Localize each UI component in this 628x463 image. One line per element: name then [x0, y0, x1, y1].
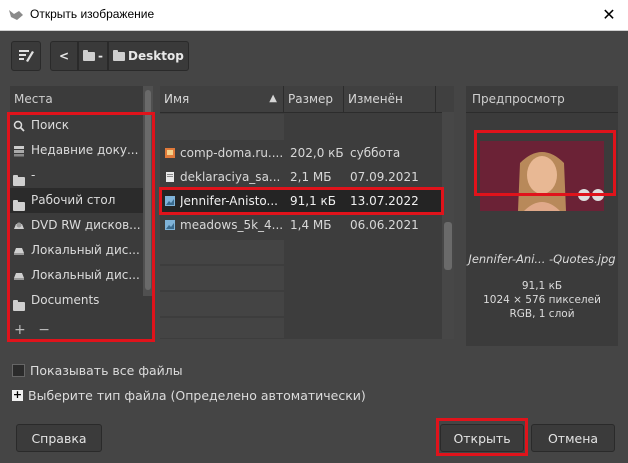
- file-type-expander-row[interactable]: + Выберите тип файла (Определено автомат…: [12, 388, 366, 403]
- place-label: Недавние доку...: [31, 143, 139, 157]
- file-modified: суббота: [350, 146, 401, 160]
- path-back-button[interactable]: <: [50, 41, 78, 71]
- path-current-label: Desktop: [127, 49, 184, 63]
- file-size: 202,0 кБ: [290, 146, 344, 160]
- gimp-app-icon: [9, 10, 23, 20]
- preview-mode: RGB, 1 слой: [509, 308, 575, 320]
- file-list-header: Имя ▲ Размер Изменён: [160, 86, 454, 113]
- folder-icon: [13, 295, 25, 311]
- file-row[interactable]: deklaraciya_sa... 2,1 МБ 07.09.2021: [160, 165, 442, 189]
- path-desktop-button[interactable]: Desktop: [107, 41, 189, 71]
- place-label: -: [31, 168, 36, 182]
- place-item-drive-1[interactable]: Локальный дис...: [10, 238, 153, 263]
- file-name: meadows_5k_4...: [180, 218, 284, 232]
- column-size[interactable]: Размер: [284, 86, 344, 112]
- file-row[interactable]: meadows_5k_4... 1,4 МБ 06.06.2021: [160, 213, 442, 237]
- place-label: Рабочий стол: [31, 193, 116, 207]
- edit-location-button[interactable]: [11, 41, 41, 71]
- preview-file-size: 91,1 кБ: [521, 280, 563, 292]
- preview-dimensions: 1024 × 576 пикселей: [483, 294, 601, 306]
- file-modified: 06.06.2021: [350, 218, 419, 232]
- preview-header: Предпросмотр: [466, 86, 618, 113]
- preview-file-name: Jennifer-Ani... -Quotes.jpg: [468, 252, 616, 266]
- show-all-files-label: Показывать все файлы: [30, 363, 183, 378]
- file-size: 91,1 кБ: [290, 194, 337, 208]
- image-file-icon: [165, 148, 175, 158]
- edit-location-icon: [19, 50, 34, 62]
- folder-icon: [13, 170, 25, 186]
- place-item-drive-2[interactable]: Локальный дис...: [10, 263, 153, 288]
- file-modified: 07.09.2021: [350, 170, 419, 184]
- scroll-thumb[interactable]: [145, 90, 151, 290]
- drive-icon: [14, 247, 24, 255]
- drive-icon: [14, 272, 24, 280]
- places-panel: Места Поиск Недавние доку... - Рабочий с…: [10, 86, 153, 339]
- place-label: Поиск: [31, 118, 70, 132]
- close-icon[interactable]: ✕: [596, 2, 622, 28]
- blurred-row: [160, 240, 284, 264]
- place-item-documents[interactable]: Documents: [10, 288, 153, 313]
- document-file-icon: [166, 172, 174, 182]
- preview-image: [480, 141, 604, 211]
- recent-icon: [14, 145, 24, 156]
- place-label: Локальный дис...: [31, 268, 140, 282]
- file-row-selected[interactable]: Jennifer-Anisto... 91,1 кБ 13.07.2022: [160, 189, 442, 213]
- path-segment-button[interactable]: -: [78, 41, 108, 71]
- folder-icon: [112, 49, 125, 61]
- file-list-scrollbar[interactable]: [442, 112, 454, 339]
- help-button[interactable]: Справка: [16, 424, 102, 452]
- place-item-desktop[interactable]: Рабочий стол: [10, 188, 153, 213]
- scroll-thumb[interactable]: [444, 222, 452, 270]
- places-scrollbar[interactable]: [143, 86, 153, 296]
- folder-icon: [13, 195, 25, 211]
- file-name: Jennifer-Anisto...: [180, 194, 278, 208]
- remove-place-icon[interactable]: −: [38, 322, 50, 338]
- title-bar: Открыть изображение ✕: [0, 0, 628, 31]
- window-title: Открыть изображение: [30, 7, 155, 21]
- column-modified[interactable]: Изменён: [344, 86, 436, 112]
- open-button[interactable]: Открыть: [440, 424, 524, 452]
- expand-plus-icon[interactable]: +: [12, 389, 23, 401]
- blurred-row: [160, 318, 284, 338]
- back-arrow-icon: <: [58, 49, 70, 63]
- file-size: 1,4 МБ: [290, 218, 332, 232]
- preview-panel: Предпросмотр Jennifer-Ani... -Quotes.jpg…: [466, 86, 618, 346]
- place-label: Локальный дис...: [31, 243, 140, 257]
- image-file-icon: [165, 220, 175, 230]
- blurred-row: [160, 292, 284, 316]
- file-modified: 13.07.2022: [350, 194, 419, 208]
- place-item-recent[interactable]: Недавние доку...: [10, 138, 153, 163]
- add-place-icon[interactable]: +: [14, 322, 26, 338]
- cancel-button[interactable]: Отмена: [531, 424, 615, 452]
- place-item-search[interactable]: Поиск: [10, 113, 153, 138]
- show-all-files-row[interactable]: Показывать все файлы: [12, 363, 183, 378]
- file-type-label: Выберите тип файла (Определено автоматич…: [28, 388, 366, 403]
- file-list: Имя ▲ Размер Изменён comp-doma.ru.... 20…: [160, 86, 454, 339]
- path-bar: < - Desktop: [50, 41, 189, 71]
- column-name[interactable]: Имя ▲: [160, 86, 284, 112]
- dvd-icon: [14, 222, 24, 229]
- sort-up-icon: ▲: [269, 93, 277, 104]
- folder-icon: [83, 49, 95, 61]
- file-row[interactable]: comp-doma.ru.... 202,0 кБ суббота: [160, 141, 442, 165]
- path-segment-label: -: [98, 49, 103, 63]
- show-all-files-checkbox[interactable]: [12, 364, 25, 377]
- file-size: 2,1 МБ: [290, 170, 332, 184]
- image-file-icon: [165, 196, 175, 206]
- file-name: comp-doma.ru....: [180, 146, 284, 160]
- places-footer: + −: [14, 322, 50, 338]
- file-name: deklaraciya_sa...: [180, 170, 281, 184]
- places-header[interactable]: Места: [10, 86, 153, 113]
- place-label: DVD RW дисков...: [31, 218, 141, 232]
- preview-thumbnail: [480, 141, 604, 211]
- place-item-home[interactable]: -: [10, 163, 153, 188]
- blurred-row: [160, 114, 284, 140]
- search-icon: [13, 120, 25, 132]
- place-label: Documents: [31, 293, 100, 307]
- place-item-dvd[interactable]: DVD RW дисков...: [10, 213, 153, 238]
- blurred-row: [160, 266, 284, 290]
- column-name-label: Имя: [164, 92, 190, 106]
